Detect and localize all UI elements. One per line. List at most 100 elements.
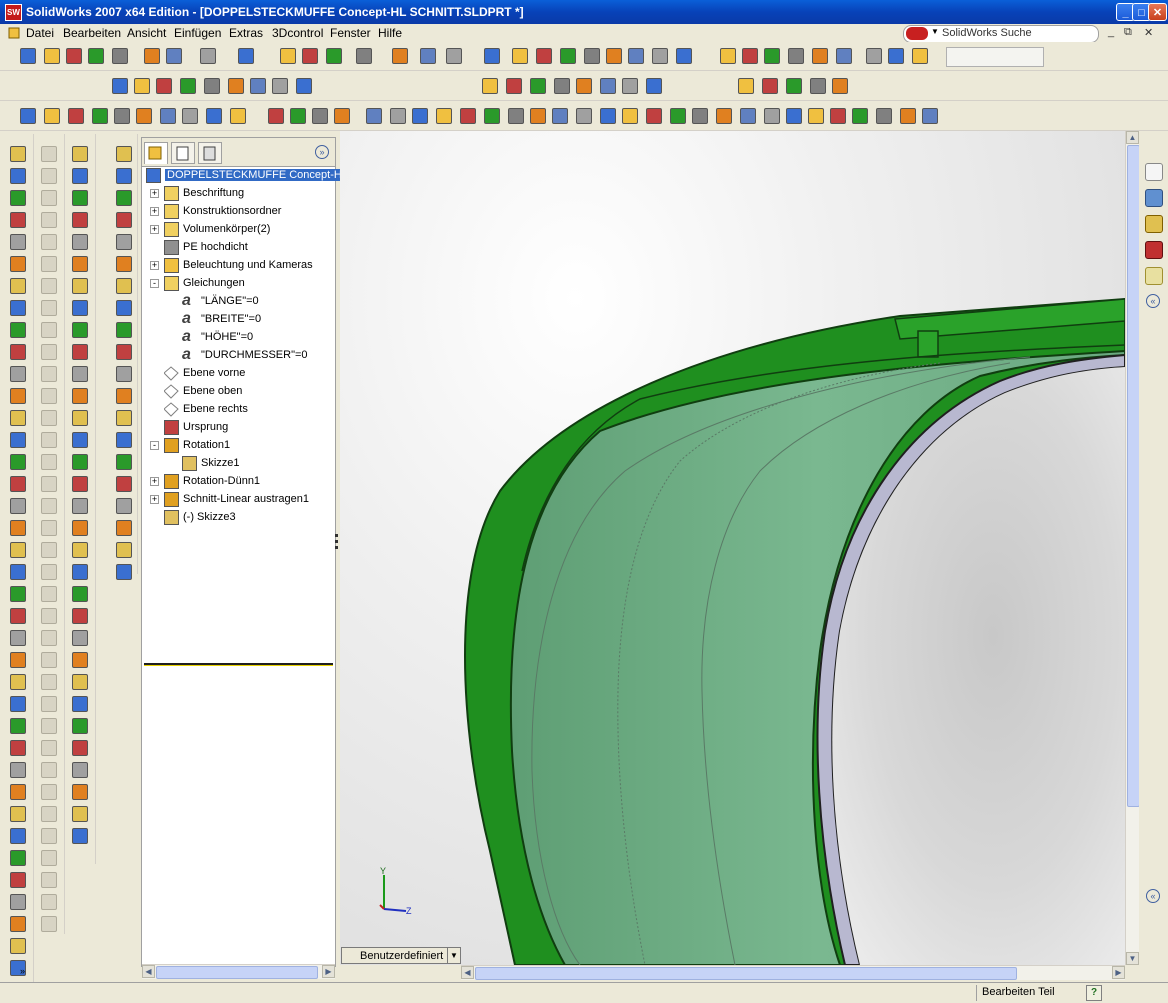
toolbar-tool-icon[interactable] [10, 146, 26, 162]
toolbar-tool-icon[interactable] [512, 48, 528, 64]
toolbar-tool-icon[interactable] [116, 520, 132, 536]
tree-node[interactable]: a "DURCHMESSER"=0 [142, 347, 335, 365]
toolbar-tool-icon[interactable] [652, 48, 668, 64]
toolbar-tool-icon[interactable] [20, 48, 36, 64]
collapse-icon[interactable]: - [150, 279, 159, 288]
menu-bearbeiten[interactable]: Bearbeiten [63, 26, 121, 40]
toolbar-tool-icon[interactable] [10, 828, 26, 844]
toolbar-tool-icon[interactable] [576, 78, 592, 94]
toolbar-tool-icon[interactable] [41, 696, 57, 712]
toolbar-tool-icon[interactable] [72, 212, 88, 228]
toolbar-tool-icon[interactable] [392, 48, 408, 64]
toolbar-tool-icon[interactable] [10, 740, 26, 756]
toolbar-tool-icon[interactable] [72, 520, 88, 536]
tree-node[interactable]: + Volumenkörper(2) [142, 221, 335, 239]
toolbar-tool-icon[interactable] [114, 108, 130, 124]
viewport-hscroll-thumb[interactable] [475, 967, 1017, 980]
toolbar-tool-icon[interactable] [116, 256, 132, 272]
toolbar-tool-icon[interactable] [584, 48, 600, 64]
design-library-icon[interactable] [1145, 267, 1163, 285]
toolbar-tool-icon[interactable] [136, 108, 152, 124]
toolbar-tool-icon[interactable] [116, 322, 132, 338]
menu-datei[interactable]: Datei [26, 26, 54, 40]
toolbar-tool-icon[interactable] [10, 454, 26, 470]
toolbar-tool-icon[interactable] [88, 48, 104, 64]
toolbar-tool-icon[interactable] [560, 48, 576, 64]
toolbar-tool-icon[interactable] [72, 718, 88, 734]
toolbar-tool-icon[interactable] [112, 78, 128, 94]
toolbar-tool-icon[interactable] [10, 916, 26, 932]
toolbar-tool-icon[interactable] [484, 108, 500, 124]
toolbar-tool-icon[interactable] [72, 498, 88, 514]
toolbar-tool-icon[interactable] [206, 108, 222, 124]
toolbar-tool-icon[interactable] [764, 48, 780, 64]
scroll-left-icon[interactable]: ◀ [142, 965, 155, 978]
toolbar-tool-icon[interactable] [72, 256, 88, 272]
toolbar-tool-icon[interactable] [296, 78, 312, 94]
toolbar-tool-icon[interactable] [10, 300, 26, 316]
toolbar-tool-icon[interactable] [41, 322, 57, 338]
toolbar-tool-icon[interactable] [41, 388, 57, 404]
toolbar-tool-icon[interactable] [72, 234, 88, 250]
toolbar-tool-icon[interactable] [10, 168, 26, 184]
toolbar-tool-icon[interactable] [10, 410, 26, 426]
resources-icon[interactable] [1145, 189, 1163, 207]
toolbar-tool-icon[interactable] [72, 454, 88, 470]
toolbar-tool-icon[interactable] [144, 48, 160, 64]
mdi-restore-button[interactable]: ⧉ [1124, 26, 1132, 39]
toolbar-tool-icon[interactable] [134, 78, 150, 94]
toolbar-tool-icon[interactable] [852, 108, 868, 124]
toolbar-tool-icon[interactable] [72, 740, 88, 756]
toolbar-tool-icon[interactable] [41, 872, 57, 888]
tree-node[interactable]: a "LÄNGE"=0 [142, 293, 335, 311]
toolbar-tool-icon[interactable] [412, 108, 428, 124]
toolbar-tool-icon[interactable] [41, 740, 57, 756]
toolbar-tool-icon[interactable] [41, 190, 57, 206]
toolbar-tool-icon[interactable] [116, 366, 132, 382]
tree-node[interactable]: Ebene oben [142, 383, 335, 401]
toolbar-tool-icon[interactable] [41, 806, 57, 822]
viewport-vertical-scrollbar[interactable]: ▲ ▼ [1125, 131, 1140, 965]
graphics-area[interactable]: Y Z [340, 131, 1125, 965]
toolbar-tool-icon[interactable] [810, 78, 826, 94]
toolbar-tool-icon[interactable] [116, 300, 132, 316]
toolbar-tool-icon[interactable] [41, 630, 57, 646]
tree-node[interactable]: DOPPELSTECKMUFFE Concept-HL S [142, 167, 360, 185]
expand-task-pane-icon[interactable]: « [1146, 889, 1160, 903]
toolbar-tool-icon[interactable] [10, 278, 26, 294]
toolbar-tool-icon[interactable] [41, 344, 57, 360]
toolbar-tool-icon[interactable] [66, 48, 82, 64]
close-button[interactable]: ✕ [1148, 3, 1167, 21]
tree-node[interactable]: (-) Skizze3 [142, 509, 335, 527]
toolbar-tool-icon[interactable] [786, 108, 802, 124]
toolbar-tool-icon[interactable] [41, 520, 57, 536]
toolbar-tool-icon[interactable] [738, 78, 754, 94]
toolbar-tool-icon[interactable] [506, 78, 522, 94]
tree-node[interactable]: a "HÖHE"=0 [142, 329, 335, 347]
toolbar-tool-icon[interactable] [600, 108, 616, 124]
mdi-minimize-button[interactable]: _ [1108, 26, 1114, 38]
toolbar-tool-icon[interactable] [41, 718, 57, 734]
tree-node[interactable]: - Gleichungen [142, 275, 335, 293]
toolbar-tool-icon[interactable] [20, 108, 36, 124]
toolbar-tool-icon[interactable] [606, 48, 622, 64]
chevron-down-icon[interactable]: ▼ [931, 27, 939, 36]
toolbar-tool-icon[interactable] [41, 828, 57, 844]
toolbar-tool-icon[interactable] [676, 48, 692, 64]
toolbar-tool-icon[interactable] [41, 234, 57, 250]
expand-icon[interactable]: + [150, 207, 159, 216]
toolbar-tool-icon[interactable] [72, 784, 88, 800]
solidworks-app-icon[interactable]: SW [5, 4, 22, 21]
menu-einfuegen[interactable]: Einfügen [174, 26, 221, 40]
toolbar-tool-icon[interactable] [536, 48, 552, 64]
toolbar-tool-icon[interactable] [10, 586, 26, 602]
tree-node[interactable]: + Schnitt-Linear austragen1 [142, 491, 335, 509]
toolbar-tool-icon[interactable] [10, 432, 26, 448]
toolbar-tool-icon[interactable] [646, 78, 662, 94]
tree-node[interactable]: + Konstruktionsordner [142, 203, 335, 221]
toolbar-tool-icon[interactable] [116, 278, 132, 294]
toolbar-tool-icon[interactable] [72, 366, 88, 382]
toolbar-tool-icon[interactable] [41, 608, 57, 624]
toolbar-tool-icon[interactable] [116, 542, 132, 558]
home-icon[interactable] [1145, 163, 1163, 181]
